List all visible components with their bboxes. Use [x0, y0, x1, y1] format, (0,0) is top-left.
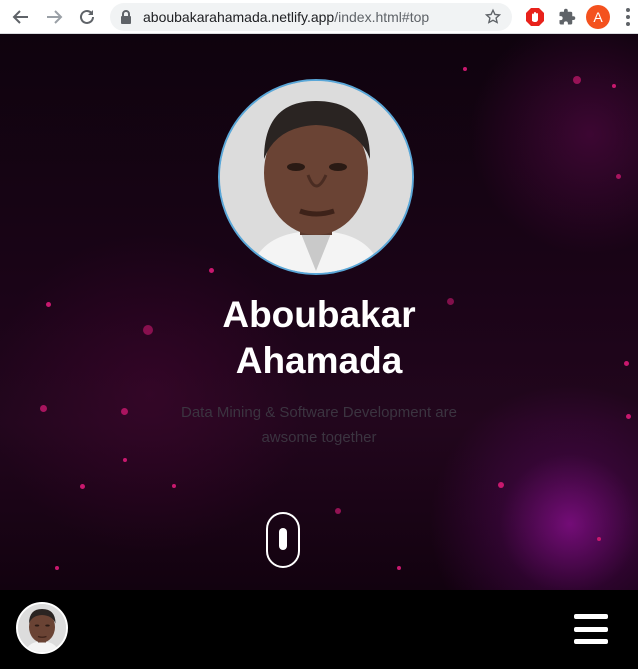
address-bar[interactable]: aboubakarahamada.netlify.app/index.html#…	[110, 3, 512, 31]
hamburger-menu-icon[interactable]	[574, 614, 608, 644]
bottom-nav-bar	[0, 590, 638, 669]
particle	[498, 482, 504, 488]
profile-photo	[218, 79, 414, 275]
particle	[80, 484, 85, 489]
hero-section: Aboubakar Ahamada Data Mining & Software…	[0, 34, 638, 590]
shield-extension-icon[interactable]	[523, 5, 547, 29]
scroll-down-mouse-icon[interactable]	[266, 512, 300, 568]
particle	[123, 458, 127, 462]
reload-icon[interactable]	[75, 5, 99, 29]
particle	[463, 67, 467, 71]
profile-avatar[interactable]: A	[586, 5, 610, 29]
particle	[612, 84, 616, 88]
hero-name-line1: Aboubakar	[222, 294, 416, 335]
particle	[573, 76, 581, 84]
particle	[397, 566, 401, 570]
back-arrow-icon[interactable]	[9, 5, 33, 29]
browser-toolbar: aboubakarahamada.netlify.app/index.html#…	[0, 0, 638, 34]
hero-name-line2: Ahamada	[235, 340, 403, 381]
puzzle-extension-icon[interactable]	[555, 5, 579, 29]
url-text[interactable]: aboubakarahamada.netlify.app/index.html#…	[143, 9, 429, 25]
forward-arrow-icon[interactable]	[42, 5, 66, 29]
particle	[626, 414, 631, 419]
url-host: aboubakarahamada.netlify.app	[143, 9, 335, 25]
particle	[209, 268, 214, 273]
lock-icon[interactable]	[120, 10, 132, 29]
hero-tagline: Data Mining & Software Development are a…	[181, 404, 457, 446]
particle	[55, 566, 59, 570]
particle	[172, 484, 176, 488]
kebab-menu-icon[interactable]	[620, 6, 636, 28]
nav-avatar[interactable]	[16, 602, 68, 654]
particle	[597, 537, 601, 541]
mouse-wheel	[279, 528, 287, 550]
particle	[121, 408, 128, 415]
url-path: /index.html#top	[334, 9, 430, 25]
particle	[40, 405, 47, 412]
star-icon[interactable]	[484, 8, 502, 31]
particle	[335, 508, 341, 514]
particle	[616, 174, 621, 179]
profile-initial: A	[593, 9, 603, 25]
